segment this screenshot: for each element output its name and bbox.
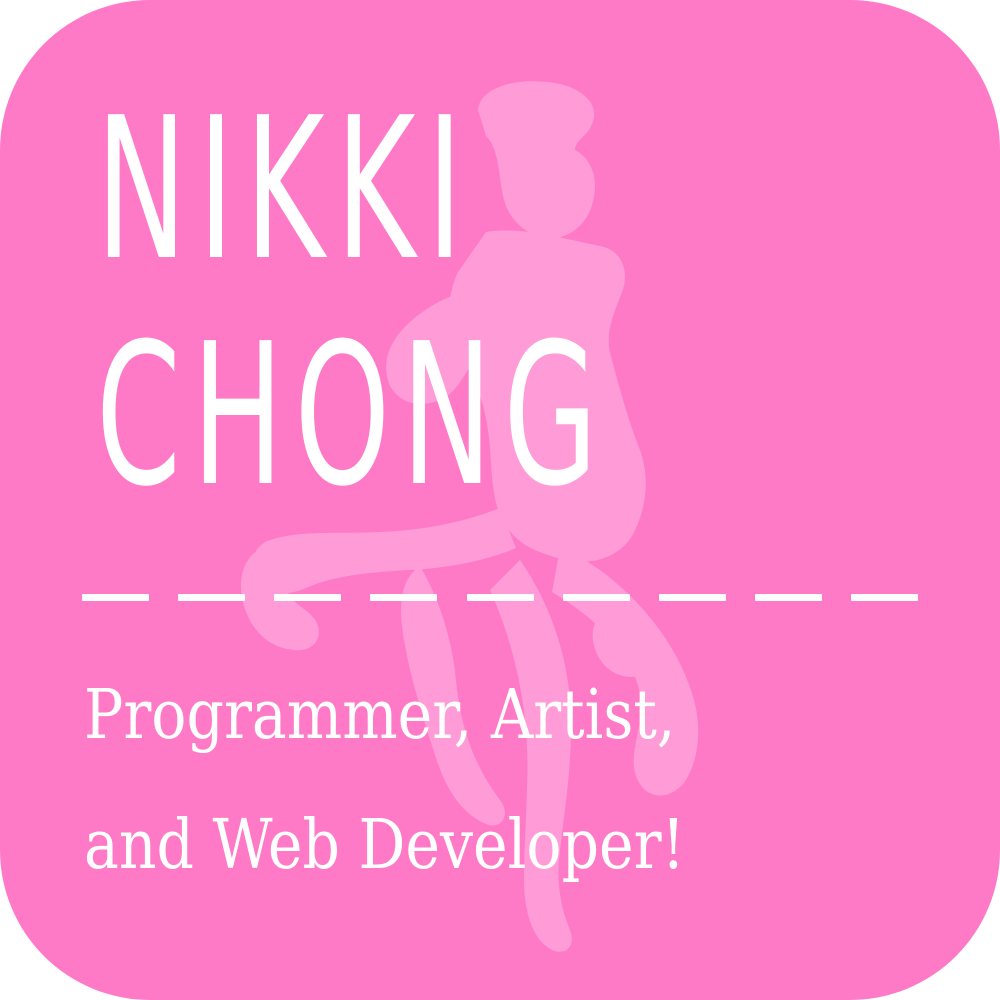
divider-dash [754,594,822,601]
divider-dash [370,594,438,601]
name-first: NIKKI [96,76,474,304]
divider-dash [658,594,726,601]
tagline-line-1: Programmer, Artist, [84,676,676,755]
divider-dash [562,594,630,601]
divider-dash [82,594,149,601]
divider-dash [178,594,246,601]
logo-card: NIKKI CHONG Programmer, Artist, and Web … [0,0,1000,1000]
divider-dash [466,594,534,601]
divider-dash [274,594,342,601]
dashed-divider [82,594,918,602]
name-last: CHONG [96,302,609,530]
divider-dash [851,594,918,601]
tagline-line-2: and Web Developer! [84,806,686,885]
